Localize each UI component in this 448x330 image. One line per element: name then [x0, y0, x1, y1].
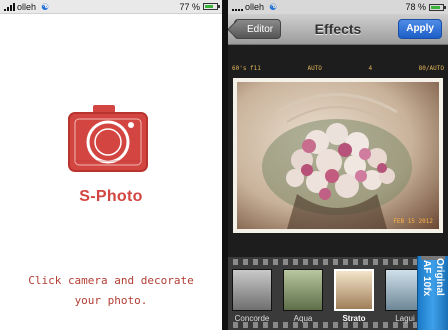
camera-icon	[68, 105, 148, 172]
date-stamp: FEB 15 2012	[393, 218, 433, 225]
left-screen: olleh ☯ 77 % S-Photo Click camera and de…	[0, 0, 222, 330]
battery-group: 78 %	[405, 0, 446, 14]
film-text-left: 60's f11	[232, 65, 261, 72]
instruction-line-1: Click camera and decorate	[28, 274, 194, 287]
filter-label-concorde: Concorde	[234, 314, 270, 323]
carrier-info: olleh ☯	[4, 0, 49, 14]
camera-button[interactable]	[67, 101, 149, 181]
photo-preview[interactable]: FEB 15 2012	[233, 78, 443, 233]
signal-icon	[4, 2, 15, 11]
wifi-icon: ☯	[41, 1, 50, 12]
photo-viewer: 60's f11 AUTO 4 80/AUTO FEB 15 2012	[228, 45, 448, 257]
film-edge-text: 60's f11 AUTO 4 80/AUTO	[232, 65, 444, 75]
right-screen: olleh ☯ 78 % Effects Editor Apply 60's f…	[228, 0, 448, 330]
battery-icon	[429, 3, 446, 11]
film-cartridge[interactable]: AF 10fx Original	[417, 256, 448, 330]
carrier-info: olleh ☯	[232, 0, 277, 14]
app-title: S-Photo	[79, 188, 143, 205]
apply-button[interactable]: Apply	[398, 19, 442, 39]
wifi-icon: ☯	[269, 2, 278, 12]
film-text-far-right: 80/AUTO	[418, 65, 444, 72]
film-text-right: 4	[368, 65, 373, 72]
filter-thumb-strato[interactable]	[334, 269, 374, 311]
filter-strip: Concorde Aqua Strato Lagui	[228, 257, 448, 330]
film-holes-top	[228, 259, 448, 265]
battery-icon	[203, 3, 220, 10]
filter-label-strato: Strato	[342, 314, 366, 323]
filter-thumb-aqua[interactable]	[283, 269, 323, 311]
battery-percent: 78 %	[405, 2, 426, 12]
back-button[interactable]: Editor	[234, 19, 282, 39]
cartridge-badge-fx: 10fx	[421, 276, 432, 297]
status-bar: olleh ☯ 77 %	[0, 0, 222, 14]
flower-photo: FEB 15 2012	[237, 82, 439, 229]
screenshot: olleh ☯ 77 % S-Photo Click camera and de…	[0, 0, 448, 330]
battery-percent: 77 %	[179, 1, 200, 12]
filter-thumb-concorde[interactable]	[232, 269, 272, 311]
cartridge-label: Original	[434, 258, 445, 296]
instruction-text: Click camera and decorate your photo.	[18, 271, 204, 311]
carrier-name: olleh	[245, 2, 265, 12]
status-bar: olleh ☯ 78 %	[228, 0, 448, 14]
navigation-bar: Effects Editor Apply	[228, 14, 448, 45]
film-text-mid: AUTO	[307, 65, 322, 72]
cartridge-badge-af: AF	[421, 260, 432, 274]
back-button-label: Editor	[247, 24, 274, 35]
filter-label-aqua: Aqua	[293, 314, 313, 323]
cartridge-badges: AF 10fx	[420, 260, 433, 296]
signal-icon	[232, 3, 243, 11]
instruction-line-2: your photo.	[74, 294, 148, 307]
bouquet-image	[262, 93, 412, 229]
battery-group: 77 %	[179, 0, 220, 14]
carrier-name: olleh	[17, 1, 37, 12]
